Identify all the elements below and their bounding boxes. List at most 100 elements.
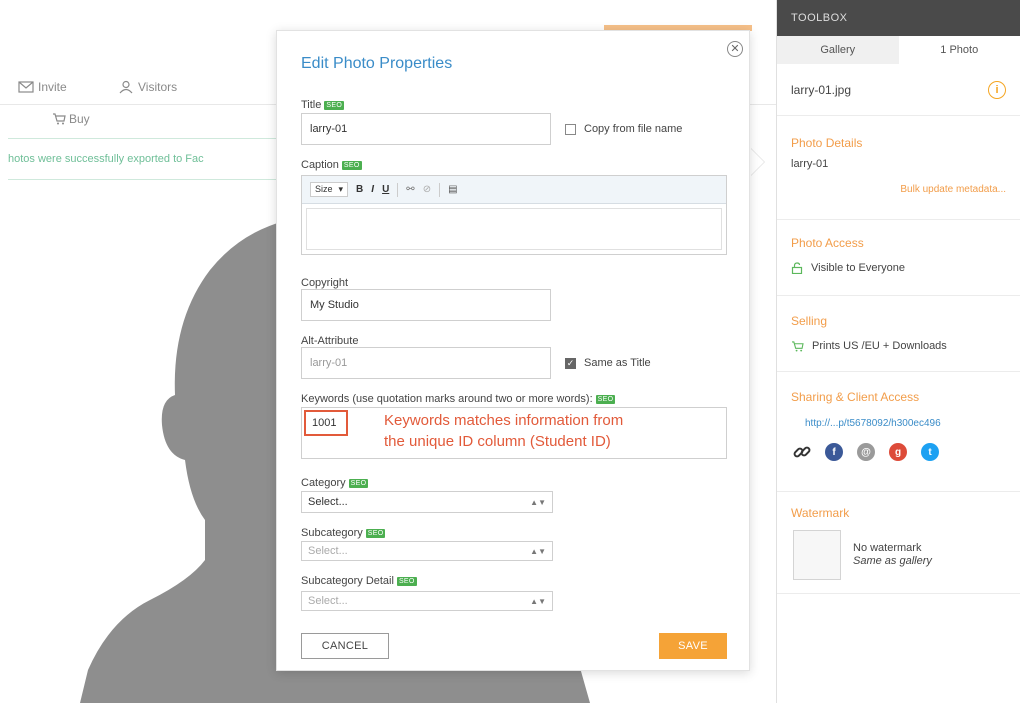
selling-value: Prints US /EU + Downloads [812,340,947,352]
cancel-button[interactable]: CANCEL [301,633,389,659]
buy-button[interactable]: Buy [52,112,90,126]
subcategory-label-text: Subcategory [301,527,363,539]
seo-badge: SEO [365,528,386,538]
copyright-input[interactable]: My Studio [301,289,551,321]
category-select[interactable]: Select... ▲▼ [301,491,553,513]
watermark-line1: No watermark [853,542,922,554]
cart-icon [792,340,804,352]
share-url-link[interactable]: http://...p/t5678092/h300ec496 [791,418,1006,429]
same-as-title-checkbox[interactable]: ✓ [565,357,576,369]
title-label: Title SEO [301,99,345,111]
caption-label-text: Caption [301,159,339,171]
bold-button[interactable]: B [356,184,363,195]
subcategory-label: Subcategory SEO [301,527,386,539]
visitors-icon [119,80,133,94]
watermark-section: Watermark No watermark Same as gallery [777,492,1020,594]
tab-photo[interactable]: 1 Photo [899,36,1020,64]
category-label-text: Category [301,477,346,489]
toolbar-separator [439,182,441,197]
invite-button[interactable]: Invite [18,80,67,94]
keywords-label: Keywords (use quotation marks around two… [301,393,616,405]
cart-icon [53,113,66,125]
subcategory-detail-label-text: Subcategory Detail [301,575,394,587]
seo-badge: SEO [348,478,369,488]
underline-button[interactable]: U [382,184,389,195]
unlink-icon[interactable]: ⊘ [423,184,431,195]
invite-label: Invite [38,80,67,94]
title-label-text: Title [301,99,322,111]
toolbox-tabs: Gallery 1 Photo [777,36,1020,64]
twitter-icon[interactable]: t [921,443,939,461]
seo-badge: SEO [341,160,362,170]
visitors-label: Visitors [138,80,178,94]
watermark-line2: Same as gallery [853,555,932,567]
keyword-annotation-line1: Keywords matches information from [384,412,624,429]
select-arrows-icon: ▲▼ [530,596,546,606]
select-arrows-icon: ▲▼ [530,497,546,507]
keyword-annotation: Keywords matches information from the un… [384,410,623,452]
italic-button[interactable]: I [371,184,374,195]
close-icon[interactable]: ✕ [727,41,743,57]
envelope-icon [18,81,34,93]
link-icon[interactable] [793,443,811,461]
sharing-title[interactable]: Sharing & Client Access [791,390,1006,404]
photo-details-title[interactable]: Photo Details [791,136,1006,150]
watermark-thumbnail[interactable] [793,530,841,580]
subcategory-select[interactable]: Select... ▲▼ [301,541,553,561]
alt-attribute-input[interactable]: larry-01 [301,347,551,379]
caption-editor: Size ▾ B I U ⚯ ⊘ ▤ [301,175,727,255]
font-size-label: Size [315,184,333,194]
keywords-label-text: Keywords (use quotation marks around two… [301,393,593,405]
copy-filename-checkbox[interactable] [565,123,576,135]
edit-photo-properties-dialog: Edit Photo Properties ✕ Title SEO larry-… [276,30,750,671]
seo-badge: SEO [324,100,345,110]
category-label: Category SEO [301,477,369,489]
watermark-row: No watermark Same as gallery [791,530,1006,580]
paste-icon[interactable]: ▤ [448,184,457,195]
dialog-title: Edit Photo Properties [301,55,453,72]
caption-textarea[interactable] [306,208,722,250]
copy-filename-label: Copy from file name [584,123,683,135]
sharing-section: Sharing & Client Access http://...p/t567… [777,372,1020,492]
same-as-title-option[interactable]: ✓ Same as Title [565,357,651,369]
social-share-row: f @ g t [791,443,1006,461]
photo-filename-row: larry-01.jpg i [777,64,1020,116]
subcategory-detail-select[interactable]: Select... ▲▼ [301,591,553,611]
copyright-label: Copyright [301,277,349,289]
keyword-tag[interactable]: 1001 [304,410,348,436]
google-plus-icon[interactable]: g [889,443,907,461]
selling-section: Selling Prints US /EU + Downloads [777,296,1020,372]
photo-access-section: Photo Access Visible to Everyone [777,220,1020,296]
export-success-banner: hotos were successfully exported to Fac [8,138,288,180]
tab-gallery[interactable]: Gallery [777,36,899,64]
subcategory-detail-label: Subcategory Detail SEO [301,575,417,587]
copy-filename-option[interactable]: Copy from file name [565,123,682,135]
info-icon[interactable]: i [988,80,1006,99]
link-icon[interactable]: ⚯ [406,184,414,195]
selling-title[interactable]: Selling [791,314,1006,328]
subcategory-detail-select-value: Select... [308,595,348,607]
font-size-dropdown[interactable]: Size ▾ [310,182,349,197]
save-button[interactable]: SAVE [659,633,727,659]
keyword-annotation-line2: the unique ID column (Student ID) [384,433,611,450]
seo-badge: SEO [396,576,417,586]
facebook-icon[interactable]: f [825,443,843,461]
toolbox-panel: TOOLBOX Gallery 1 Photo larry-01.jpg i P… [776,0,1020,703]
modal-pointer-arrow [750,148,764,176]
unlock-icon [791,262,803,274]
select-arrows-icon: ▲▼ [530,546,546,556]
toolbar-separator [397,182,399,197]
toolbox-header: TOOLBOX [777,0,1020,36]
watermark-info: No watermark Same as gallery [853,542,932,568]
bulk-update-link[interactable]: Bulk update metadata... [791,184,1006,195]
photo-access-title[interactable]: Photo Access [791,236,1006,250]
title-input[interactable]: larry-01 [301,113,551,145]
watermark-title[interactable]: Watermark [791,506,1006,520]
photo-details-section: Photo Details larry-01 Bulk update metad… [777,116,1020,220]
keywords-input[interactable]: 1001 Keywords matches information from t… [301,407,727,459]
photo-access-value: Visible to Everyone [811,262,905,274]
email-share-icon[interactable]: @ [857,443,875,461]
visitors-button[interactable]: Visitors [118,80,177,94]
caption-label: Caption SEO [301,159,362,171]
editor-toolbar: Size ▾ B I U ⚯ ⊘ ▤ [302,176,726,204]
